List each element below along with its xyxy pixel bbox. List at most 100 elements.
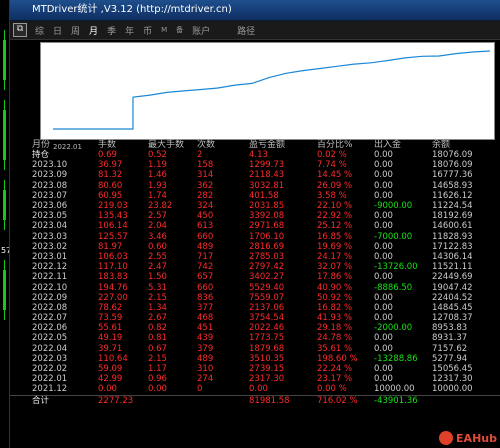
cell-count: 489	[197, 353, 214, 364]
cell-percent: 16.82 %	[317, 302, 353, 313]
cell-profit: 2317.30	[249, 374, 285, 385]
tab-backup[interactable]: 备	[176, 25, 183, 35]
table-row: 2023.09 81.32 1.46 314 2118.43 14.45 % 0.00 167…	[10, 170, 500, 180]
cell-profit: 0.00	[249, 384, 268, 395]
tab-overview[interactable]: 综	[35, 24, 44, 37]
eahub-logo-icon	[439, 431, 454, 445]
cell-profit: 2971.68	[249, 221, 285, 232]
cell-lots: 73.59	[98, 313, 123, 324]
cell-count: 660	[197, 282, 214, 293]
equity-chart: 2022.01	[40, 42, 495, 151]
cell-balance: 12317.30	[432, 374, 473, 385]
cell-deposit: 0.00	[374, 333, 393, 344]
cell-max-lots	[148, 394, 197, 406]
cell-max-lots: 1.34	[148, 302, 167, 313]
cell-max-lots: 3.46	[148, 231, 167, 242]
cell-balance: 17122.83	[432, 241, 473, 252]
cell-month: 2022.01	[32, 374, 68, 385]
cell-percent: 24.17 %	[317, 251, 353, 262]
cell-max-lots: 2.47	[148, 262, 167, 273]
cell-max-lots: 1.46	[148, 170, 167, 181]
tab-monthly[interactable]: 月	[89, 24, 98, 37]
cell-percent: 0.00 %	[317, 384, 347, 395]
cell-deposit: 0.00	[374, 364, 393, 375]
tab-quarterly[interactable]: 季	[107, 24, 116, 37]
cell-max-lots: 23.82	[148, 201, 173, 212]
cell-deposit: -13726.00	[374, 262, 418, 273]
cell-percent: 17.86 %	[317, 272, 353, 283]
cell-lots: 110.64	[98, 353, 128, 364]
cell-profit: 5529.40	[249, 282, 285, 293]
header-count: 次数	[197, 140, 216, 150]
cell-percent: 25.12 %	[317, 221, 353, 232]
cell-profit: 1299.73	[249, 160, 285, 171]
cell-count: 489	[197, 241, 214, 252]
cell-balance: 22404.52	[432, 292, 473, 303]
total-row: 合计 2277.23 81981.58 716.02 % -43901.36	[10, 394, 500, 406]
cell-balance: 12708.37	[432, 313, 473, 324]
cell-profit: 2022.46	[249, 323, 285, 334]
cell-count: 158	[197, 160, 214, 171]
cell-max-lots: 5.31	[148, 282, 167, 293]
cell-month: 2022.07	[32, 313, 68, 324]
cell-percent: 26.09 %	[317, 180, 353, 191]
cell-deposit: 0.00	[374, 211, 393, 222]
header-balance: 余额	[432, 140, 451, 150]
tab-path[interactable]: 路径	[237, 24, 255, 37]
cell-lots: 81.32	[98, 170, 123, 181]
cell-profit: 2137.06	[249, 302, 285, 313]
cell-month: 2023.05	[32, 211, 68, 222]
tab-yearly[interactable]: 年	[125, 24, 134, 37]
cell-deposit: 0.00	[374, 251, 393, 262]
cell-month: 2023.09	[32, 170, 68, 181]
cell-lots: 194.76	[98, 282, 128, 293]
cell-deposit: 0.00	[374, 170, 393, 181]
cell-count: 451	[197, 323, 214, 334]
cell-profit: 1773.75	[249, 333, 285, 344]
cell-count: 0	[197, 384, 203, 395]
cell-profit: 2031.85	[249, 201, 285, 212]
cell-percent: 50.92 %	[317, 292, 353, 303]
cell-profit: 3402.27	[249, 272, 285, 283]
cell-month: 2022.08	[32, 302, 68, 313]
equity-chart-svg	[53, 50, 491, 130]
cell-percent: 19.69 %	[317, 241, 353, 252]
cell-percent: 22.92 %	[317, 211, 353, 222]
cell-percent: 23.17 %	[317, 374, 353, 385]
table-row: 2023.07 60.95 1.74 282 401.58 3.58 % 0.00 11626…	[10, 191, 500, 201]
cell-count: 310	[197, 364, 214, 375]
tab-currency[interactable]: 币	[143, 24, 152, 37]
tab-weekly[interactable]: 周	[71, 24, 80, 37]
table-row: 2022.04 39.71 0.67 379 1879.68 35.61 % 0.00 715…	[10, 344, 500, 354]
cell-profit: 2739.15	[249, 364, 285, 375]
cell-month: 2023.01	[32, 251, 68, 262]
cell-month: 2023.07	[32, 190, 68, 201]
cell-lots: 55.61	[98, 323, 123, 334]
cell-lots: 59.09	[98, 364, 123, 375]
tab-account[interactable]: 账户	[192, 24, 210, 37]
cell-count: 660	[197, 231, 214, 242]
cell-deposit: 10000.00	[374, 384, 415, 395]
cell-balance: 11828.93	[432, 231, 473, 242]
cell-max-lots: 1.19	[148, 160, 167, 171]
cell-count: 717	[197, 251, 214, 262]
table-row: 2022.03 110.64 2.15 489 3510.35 198.60 % -1328…	[10, 354, 500, 364]
restore-icon[interactable]: ⧉	[13, 23, 27, 37]
cell-count: 377	[197, 302, 214, 313]
candle	[3, 190, 6, 220]
title-bar[interactable]: MTDriver统计 ,V3.12 (http://mtdriver.cn)	[10, 0, 500, 21]
table-row: 2022.01 42.99 0.96 274 2317.30 23.17 % 0.00 123…	[10, 374, 500, 384]
equity-line	[53, 50, 491, 130]
table-row: 2023.02 81.97 0.60 489 2816.69 19.69 % 0.00 171…	[10, 242, 500, 252]
cell-max-lots: 1.74	[148, 190, 167, 201]
cell-count: 613	[197, 221, 214, 232]
tab-m[interactable]: M	[161, 26, 167, 34]
cell-month: 2023.02	[32, 241, 68, 252]
cell-month: 2021.12	[32, 384, 68, 395]
tab-daily[interactable]: 日	[53, 24, 62, 37]
cell-count: 836	[197, 292, 214, 303]
cell-profit: 3754.54	[249, 313, 285, 324]
cell-percent: 0.02 %	[317, 150, 347, 161]
cell-month: 2023.04	[32, 221, 68, 232]
table-row: 2022.08 78.62 1.34 377 2137.06 16.82 % 0.00 148…	[10, 303, 500, 313]
